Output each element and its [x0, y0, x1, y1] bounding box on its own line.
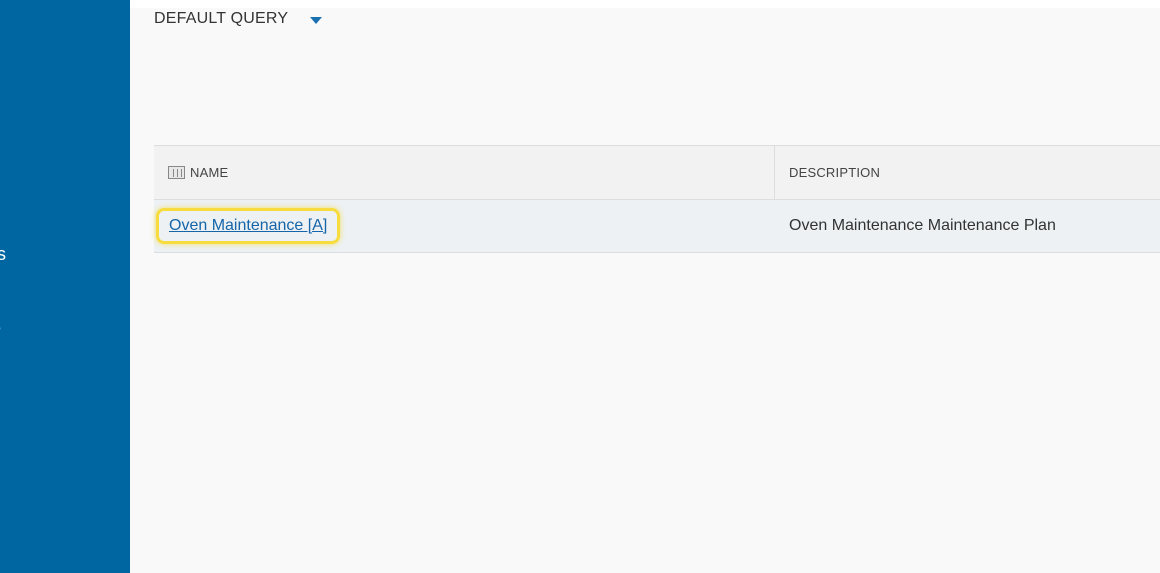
main-content: DEFAULT QUERY NAME DESCRIPTION Oven Main… — [130, 8, 1160, 573]
column-header-name-label: NAME — [190, 165, 229, 180]
column-header-name[interactable]: NAME — [154, 146, 775, 199]
row-name-cell: Oven Maintenance [A] — [154, 200, 775, 252]
highlight-box: Oven Maintenance [A] — [156, 208, 341, 244]
row-description-cell: Oven Maintenance Maintenance Plan — [775, 200, 1160, 252]
sidebar: cs e — [0, 0, 130, 573]
query-title: DEFAULT QUERY — [154, 10, 289, 27]
sidebar-item-partial-2[interactable]: e — [0, 318, 1, 339]
column-header-description[interactable]: DESCRIPTION — [775, 146, 1160, 199]
column-chooser-icon[interactable] — [168, 166, 185, 179]
results-grid: NAME DESCRIPTION Oven Maintenance [A] Ov… — [154, 145, 1160, 253]
row-name-link[interactable]: Oven Maintenance [A] — [169, 217, 327, 234]
column-header-description-label: DESCRIPTION — [789, 165, 881, 180]
row-description: Oven Maintenance Maintenance Plan — [789, 217, 1056, 234]
query-selector[interactable]: DEFAULT QUERY — [154, 10, 323, 28]
table-row[interactable]: Oven Maintenance [A] Oven Maintenance Ma… — [154, 200, 1160, 253]
caret-down-icon[interactable] — [310, 17, 323, 24]
sidebar-item-partial-1[interactable]: cs — [0, 244, 6, 265]
grid-header: NAME DESCRIPTION — [154, 145, 1160, 200]
